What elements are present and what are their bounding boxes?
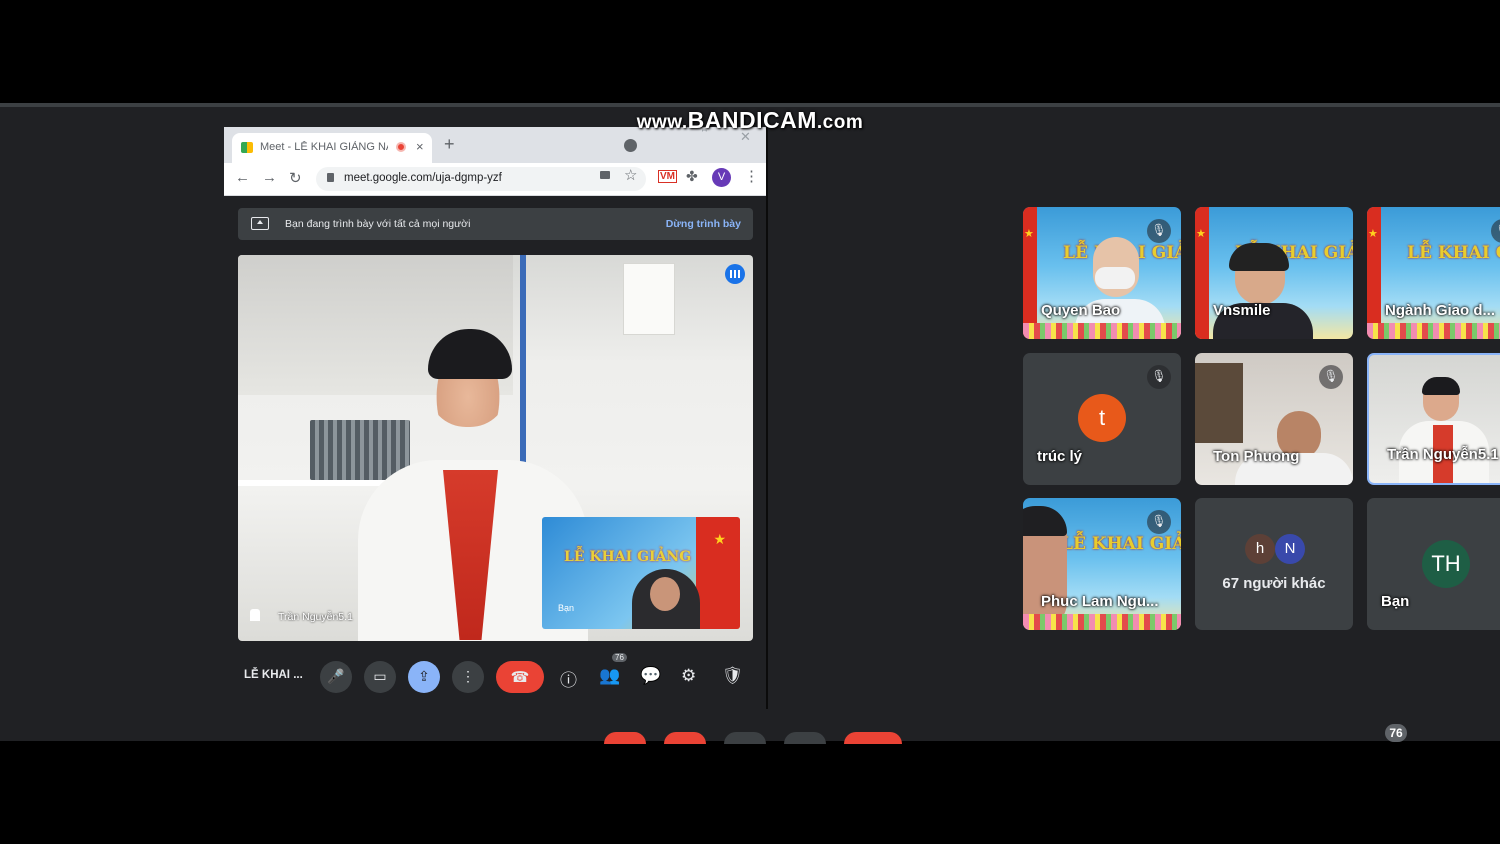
end-call-button[interactable]: ☎ [496,661,544,693]
new-tab-button[interactable]: + [444,134,455,155]
present-screen-icon [251,217,269,230]
star-icon: ★ [1368,228,1378,240]
participant-tile[interactable]: LỄ KHAI GIẢNG 🎙 Phuc Lam Ngu... [1023,498,1181,630]
tab-title: Meet - LỄ KHAI GIẢNG NĂM [260,141,388,153]
pin-icon[interactable] [250,609,260,621]
bookmark-star-icon[interactable]: ☆ [624,166,637,184]
participant-tile-active-speaker[interactable]: Trần Nguyễn5.1 [1367,353,1500,485]
wall-switch [623,263,675,335]
participant-name: Trần Nguyễn5.1 [1387,446,1499,463]
presenting-banner: Bạn đang trình bày với tất cả mọi người … [238,208,753,240]
camera-icon: ▭ [373,668,387,684]
speaker-name: Trần Nguyễn5.1 [278,611,353,623]
participant-name: Phuc Lam Ngu... [1041,593,1159,610]
recording-icon [396,142,406,152]
people-icon[interactable]: 👥 [599,666,620,686]
camera-off-button[interactable] [664,732,706,744]
participant-tile[interactable]: t 🎙 trúc lý [1023,353,1181,485]
reload-icon[interactable]: ↻ [289,169,302,187]
participant-name: Quyen Bao [1041,302,1121,319]
participant-name: Vnsmile [1213,302,1271,319]
avatar: N [1275,534,1305,564]
poster-title: LỄ KHAI GIẢNG [1407,243,1500,263]
tab-search-icon[interactable] [624,139,637,152]
star-icon: ★ [1196,228,1206,240]
camera-in-use-icon[interactable] [600,171,610,179]
extension-vm-icon[interactable]: VM [658,170,677,183]
mic-button[interactable]: 🎤 [320,661,352,693]
info-icon[interactable]: ⓘ [560,666,577,691]
profile-avatar[interactable]: V [712,168,731,187]
presenting-text: Bạn đang trình bày với tất cả mọi người [285,218,471,230]
meeting-title[interactable]: LỄ KHAI ... [244,669,303,681]
participant-count-badge: 76 [1385,724,1407,742]
back-icon[interactable]: ← [235,169,250,186]
mic-off-icon: 🎙 [1147,510,1171,534]
activities-icon[interactable]: ⚙ [681,666,696,686]
participant-tile-self[interactable]: TH 🎙 Bạn [1367,498,1500,630]
stop-presenting-button[interactable]: Dừng trình bày [666,218,741,230]
participant-tile[interactable]: ★ LỄ KHAI GIẢNG Vnsmile [1195,207,1353,339]
participant-name: Bạn [1381,593,1410,610]
star-icon: ★ [713,531,726,547]
pip-poster-title: LỄ KHAI GIẢNG [564,549,692,565]
mic-off-icon: 🎙 [1491,219,1500,243]
mic-icon: 🎤 [327,668,345,684]
extensions-puzzle-icon[interactable]: ✤ [686,168,698,185]
address-bar[interactable]: meet.google.com/uja-dgmp-yzf [316,167,646,191]
poster-title: LỄ KHAI GIẢNG [1061,534,1181,554]
present-button[interactable] [724,732,766,744]
participant-name: Ton Phuong [1213,448,1300,465]
phone-hangup-icon: ☎ [510,669,530,686]
participant-count-badge: 76 [612,653,627,662]
participant-tile[interactable]: 🎙 Ton Phuong [1195,353,1353,485]
meet-controls: LỄ KHAI ... 🎤 ▭ ⇪ ⋮ ☎ ⓘ 👥 76 💬 ⚙ 🛡 [224,653,767,699]
avatar: t [1078,394,1126,442]
bandicam-watermark: www.BANDICAM.com [636,107,864,133]
forward-icon[interactable]: → [262,169,277,186]
participant-name: trúc lý [1037,448,1083,465]
tab-close-icon[interactable]: × [416,139,424,154]
more-participants-label: 67 người khác [1222,575,1326,592]
mic-off-icon: 🎙 [1319,365,1343,389]
mic-off-button[interactable] [604,732,646,744]
avatar: TH [1422,540,1470,588]
participant-tile[interactable]: ★ LỄ KHAI GIẢNG 🎙 Ngành Giao d... [1367,207,1500,339]
browser-toolbar: ← → ↻ meet.google.com/uja-dgmp-yzf ☆ VM … [224,163,767,196]
face-mask [1095,267,1135,289]
main-video: Trần Nguyễn5.1 ★ LỄ KHAI GIẢNG Bạn [238,255,753,641]
more-options-button[interactable]: ⋮ [452,661,484,693]
more-vert-icon: ⋮ [461,668,475,684]
speaking-indicator-icon [725,264,745,284]
mic-off-icon: 🎙 [1147,365,1171,389]
present-button[interactable]: ⇪ [408,661,440,693]
browser-menu-icon[interactable]: ⋮ [744,167,759,185]
chat-icon[interactable]: 💬 [640,666,661,686]
mic-off-icon: 🎙 [1147,219,1171,243]
lock-icon [327,173,334,182]
host-controls-icon[interactable]: 🛡 [722,666,744,686]
self-view-pip[interactable]: ★ LỄ KHAI GIẢNG Bạn [542,517,740,629]
star-icon: ★ [1024,228,1034,240]
participant-name: Ngành Giao d... [1385,302,1496,319]
more-options-button[interactable] [784,732,826,744]
present-icon: ⇪ [418,668,430,684]
avatar: h [1245,534,1275,564]
pip-name: Bạn [558,603,575,613]
more-participants-tile[interactable]: h N 67 người khác [1195,498,1353,630]
camera-button[interactable]: ▭ [364,661,396,693]
browser-window: Meet - LỄ KHAI GIẢNG NĂM × + ⎴ ✕ ← → ↻ m… [224,127,767,709]
participant-tile[interactable]: ★ LỄ KHAI GIẢNG 🎙 Quyen Bao [1023,207,1181,339]
browser-tab[interactable]: Meet - LỄ KHAI GIẢNG NĂM × [232,133,432,163]
meet-favicon-icon [241,142,253,153]
end-call-button[interactable] [844,732,902,744]
url-text: meet.google.com/uja-dgmp-yzf [344,172,502,184]
